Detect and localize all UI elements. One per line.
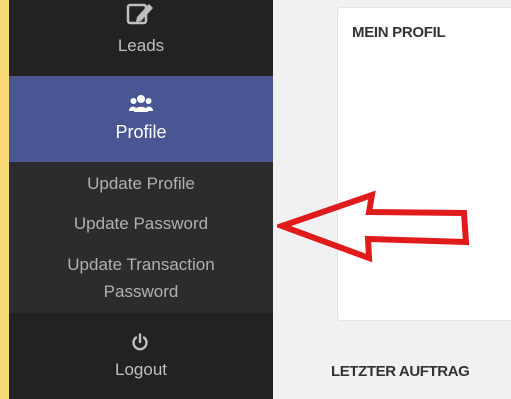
profile-card-title: MEIN PROFIL	[352, 24, 446, 41]
sidebar-item-profile[interactable]: Profile	[9, 76, 273, 162]
submenu-item-update-profile[interactable]: Update Profile	[9, 170, 273, 197]
sidebar: Leads Profile Update Profile Update Pass…	[9, 0, 273, 399]
sidebar-item-label: Profile	[115, 122, 167, 142]
sidebar-item-logout[interactable]: Logout	[9, 313, 273, 399]
submenu-item-update-transaction-password[interactable]: Update Transaction Password	[31, 251, 251, 305]
power-icon	[131, 333, 149, 356]
submenu-item-update-password[interactable]: Update Password	[9, 210, 273, 237]
profile-card: MEIN PROFIL	[337, 7, 511, 321]
last-order-title: LETZTER AUFTRAG	[331, 363, 470, 380]
sidebar-item-label: Leads	[117, 36, 165, 55]
edit-icon	[125, 2, 155, 35]
profile-submenu: Update Profile Update Password Update Tr…	[9, 162, 273, 313]
sidebar-item-label: Logout	[115, 360, 167, 379]
users-icon	[129, 94, 153, 117]
sidebar-item-leads[interactable]: Leads	[9, 0, 273, 72]
red-arrow-left-icon	[277, 190, 470, 263]
